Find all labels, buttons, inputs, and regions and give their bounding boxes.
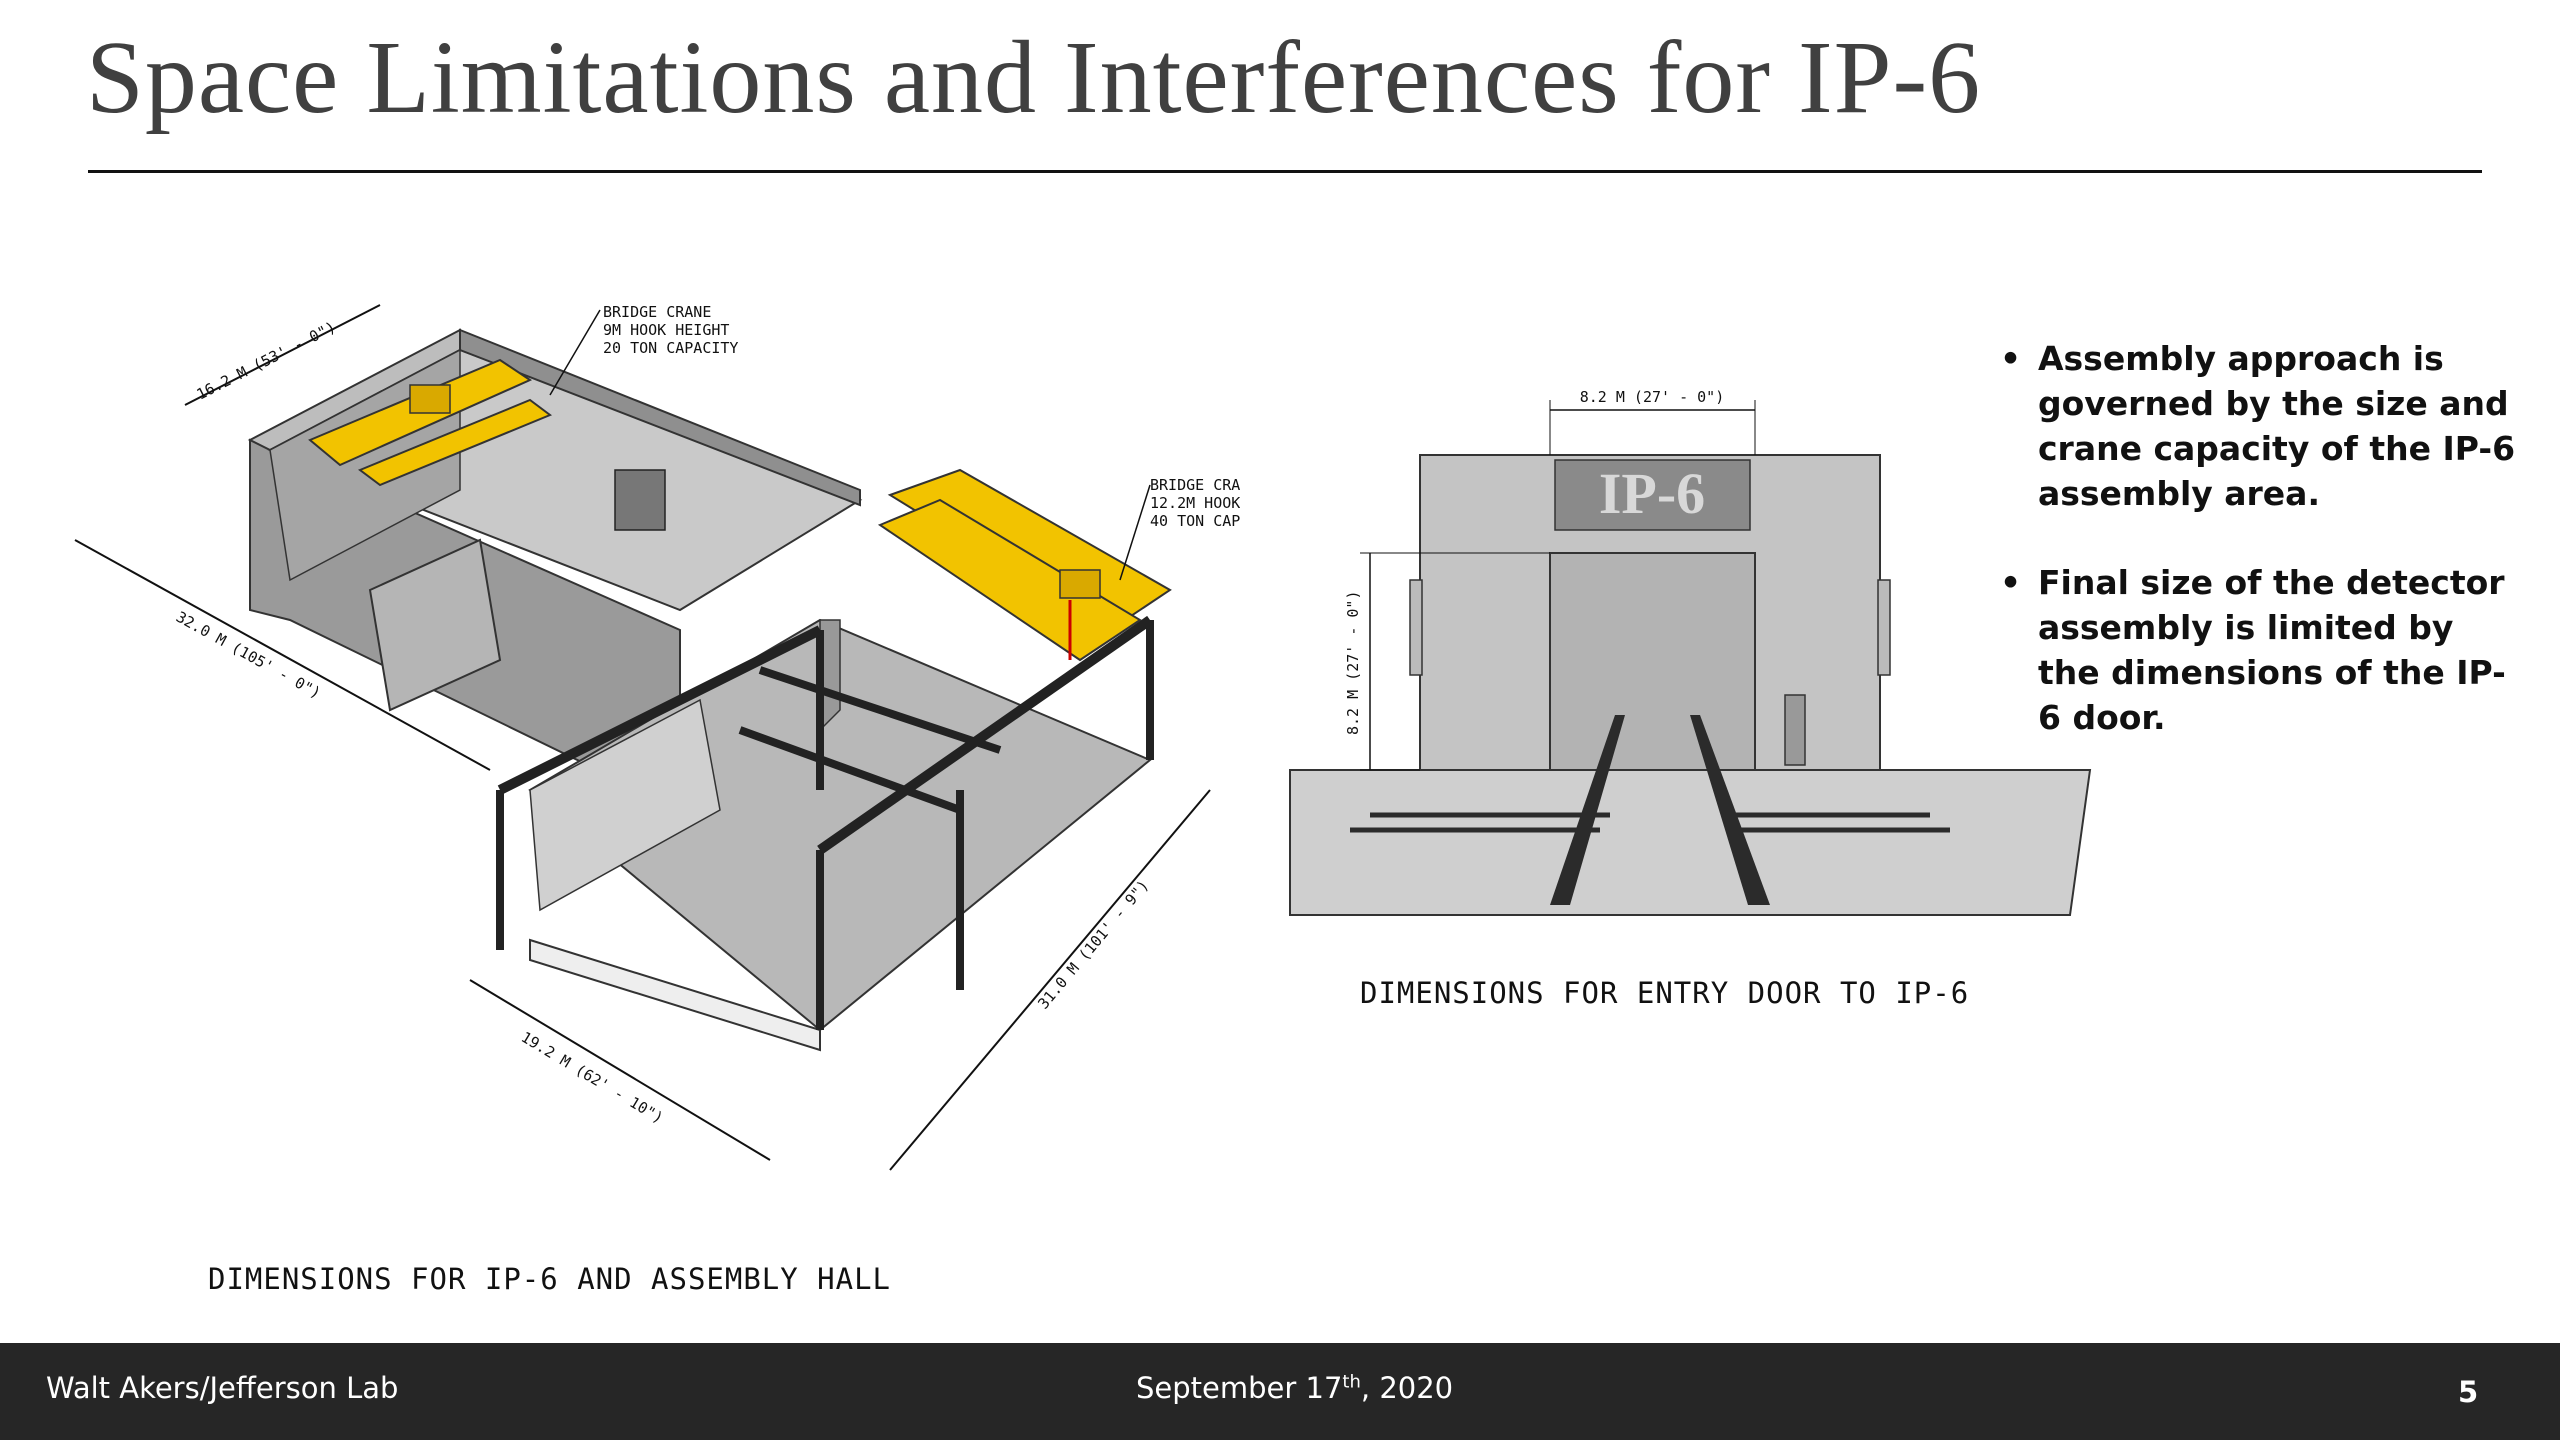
ip6-assembly-hall-drawing: BRIDGE CRANE 9M HOOK HEIGHT 20 TON CAPAC… xyxy=(74,303,1240,1171)
entry-door-drawing: IP-6 8.2 M (27' - 0") 8.2 M (27' - 0") xyxy=(1289,388,2092,916)
bullet-item-final-size: Final size of the detector assembly is l… xyxy=(1998,560,2518,740)
footer-date: September 17th, 2020 xyxy=(1136,1371,1453,1405)
crane2-label-line1: BRIDGE CRANE xyxy=(1150,476,1240,494)
door-floor-slab xyxy=(1289,769,2092,916)
right-figure-caption: DIMENSIONS FOR ENTRY DOOR TO IP-6 xyxy=(1360,976,1970,1010)
crane2-label-line2: 12.2M HOOK HEIGHT xyxy=(1150,494,1240,512)
hall-width-dimension: 19.2 M (62' - 10") xyxy=(518,1028,667,1127)
door-width-dimension: 8.2 M (27' - 0") xyxy=(1580,388,1725,406)
footer-date-prefix: September 17 xyxy=(1136,1371,1343,1405)
ip6-sign-text: IP-6 xyxy=(1599,461,1705,526)
footer-bar: Walt Akers/Jefferson Lab September 17th,… xyxy=(0,1343,2560,1440)
footer-author: Walt Akers/Jefferson Lab xyxy=(46,1371,399,1405)
crane1-label-line3: 20 TON CAPACITY xyxy=(603,339,738,357)
crane2-label-line3: 40 TON CAPACITY xyxy=(1150,512,1240,530)
left-figure-caption: DIMENSIONS FOR IP-6 AND ASSEMBLY HALL xyxy=(208,1262,892,1296)
slide-title: Space Limitations and Interferences for … xyxy=(86,20,1982,135)
crane1-label-line2: 9M HOOK HEIGHT xyxy=(603,321,729,339)
page-number: 5 xyxy=(2458,1375,2479,1409)
footer-date-suffix: , 2020 xyxy=(1360,1371,1454,1405)
footer-date-sup: th xyxy=(1342,1371,1361,1393)
hall-length-dimension: 31.0 M (101' - 9") xyxy=(1034,876,1152,1012)
title-divider xyxy=(88,170,2482,173)
crane1-label-line1: BRIDGE CRANE xyxy=(603,303,711,321)
door-height-dimension: 8.2 M (27' - 0") xyxy=(1344,591,1362,736)
bullet-list: Assembly approach is governed by the siz… xyxy=(1998,336,2518,784)
door-opening xyxy=(1549,552,1756,771)
bullet-item-assembly-approach: Assembly approach is governed by the siz… xyxy=(1998,336,2518,516)
ip6-width-dimension: 16.2 M (53' - 0") xyxy=(194,318,339,404)
